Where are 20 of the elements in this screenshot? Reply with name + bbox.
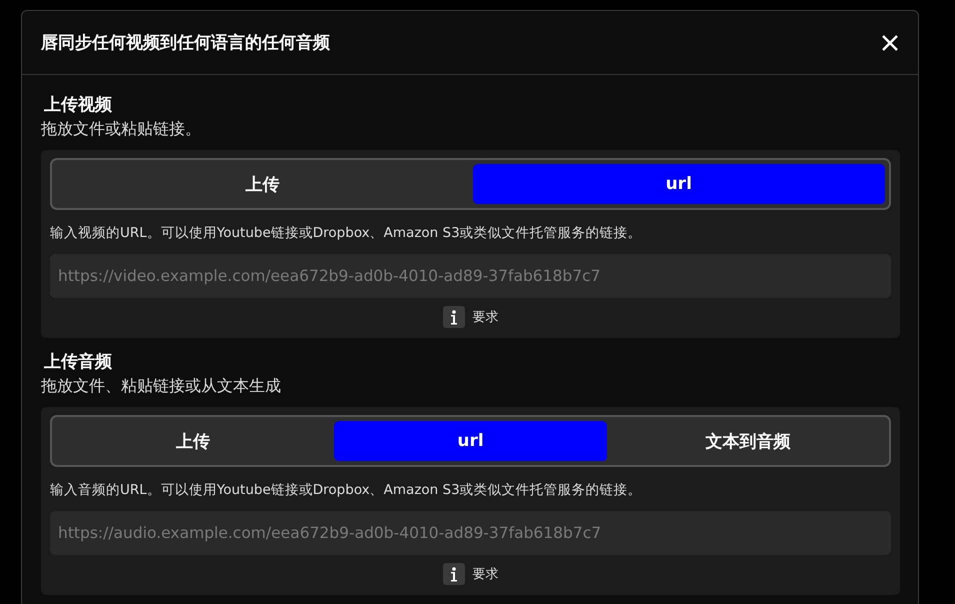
dialog-title: 唇同步任何视频到任何语言的任何音频 (41, 32, 330, 54)
source-tab[interactable]: url (334, 421, 608, 461)
hint-text: 输入音频的URL。可以使用Youtube链接或Dropbox、Amazon S3或类似文件托管服务的链接。 (50, 481, 643, 499)
url-field[interactable]: https://audio.example.com/eea672b9-ad0b-4010-ad89-37fab618b7c7 (50, 511, 891, 555)
close-button[interactable] (880, 32, 900, 52)
section-subtitle: 拖放文件、粘贴链接或从文本生成 (41, 376, 282, 397)
source-tab[interactable]: 上传 (56, 421, 330, 461)
info-icon[interactable] (442, 306, 464, 328)
url-field[interactable]: https://video.example.com/eea672b9-ad0b-4010-ad89-37fab618b7c7 (50, 254, 891, 298)
section-title: 上传音频 (44, 351, 113, 373)
source-tab[interactable]: 上传 (56, 164, 468, 204)
source-tab[interactable]: url (472, 164, 885, 204)
section-title: 上传视频 (44, 94, 113, 116)
close-icon (880, 32, 900, 52)
requirements-label[interactable]: 要求 (472, 308, 498, 326)
requirements-label[interactable]: 要求 (472, 565, 498, 583)
section-subtitle: 拖放文件或粘贴链接。 (41, 119, 202, 140)
hint-text: 输入视频的URL。可以使用Youtube链接或Dropbox、Amazon S3或类似文件托管服务的链接。 (50, 224, 643, 242)
source-tab[interactable]: 文本到音频 (611, 421, 886, 461)
info-icon[interactable] (442, 563, 464, 585)
